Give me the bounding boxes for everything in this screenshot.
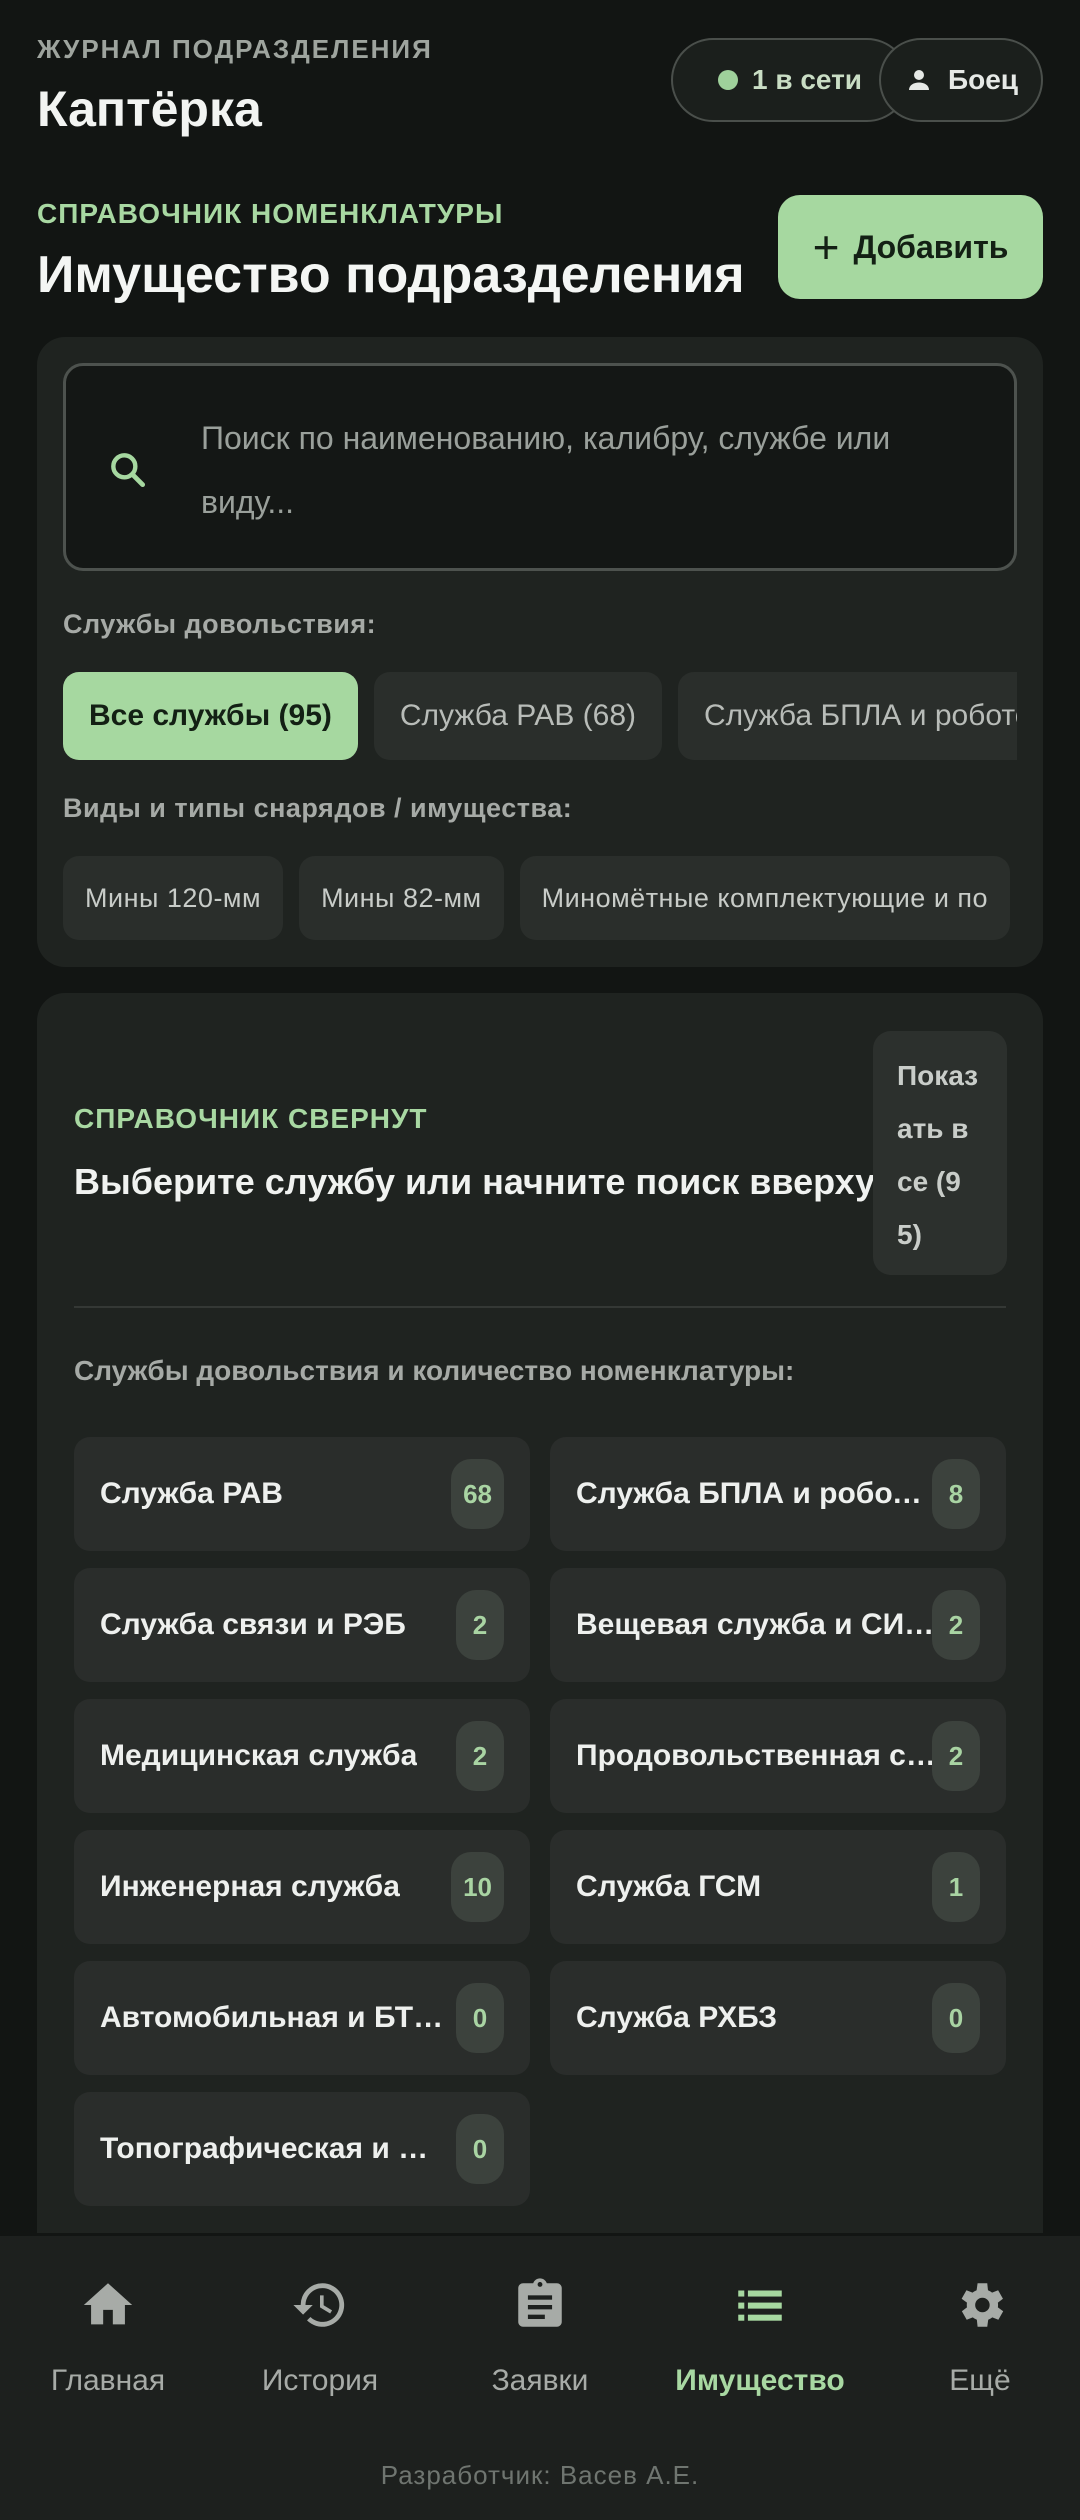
home-icon <box>83 2283 133 2325</box>
kinds-chip-row: Мины 120-мм Мины 82-мм Миномётные компле… <box>63 856 1017 940</box>
service-count-badge: 0 <box>456 1983 504 2053</box>
service-name: Служба РАВ <box>100 1477 283 1510</box>
services-count-caption: Службы довольствия и количество номенкла… <box>74 1355 795 1386</box>
nav-label: Заявки <box>491 2364 589 2397</box>
online-status-pill[interactable]: 1 в сети <box>671 38 909 122</box>
service-name: Служба связи и РЭБ <box>100 1608 406 1641</box>
chip-service-rav[interactable]: Служба РАВ (68) <box>373 672 663 760</box>
user-icon <box>908 70 929 90</box>
services-chip-row: Все службы (95) Служба РАВ (68) Служба Б… <box>63 672 1017 760</box>
service-count-badge: 10 <box>451 1852 504 1922</box>
collapsed-caption: СПРАВОЧНИК СВЕРНУТ <box>74 1103 428 1134</box>
service-count-badge: 68 <box>451 1459 504 1529</box>
service-tile[interactable]: Служба РАВ 68 <box>74 1437 530 1551</box>
service-tile[interactable]: Служба РХБЗ 0 <box>550 1961 1006 2075</box>
show-all-button[interactable]: Показать все (95) <box>873 1031 1007 1275</box>
service-count-badge: 2 <box>456 1721 504 1791</box>
nav-label: Главная <box>50 2364 166 2397</box>
nav-history[interactable]: История <box>212 2276 428 2436</box>
services-filter-label: Службы довольствия: <box>63 609 377 639</box>
plus-icon: + <box>812 221 840 273</box>
service-count-badge: 2 <box>456 1590 504 1660</box>
service-name: Топографическая и штабная служба <box>100 2132 450 2165</box>
service-count-badge: 1 <box>932 1852 980 1922</box>
service-count-badge: 0 <box>932 1983 980 2053</box>
nav-label: Ещё <box>949 2364 1011 2397</box>
service-name: Вещевая служба и СИБЗ <box>576 1608 936 1641</box>
service-tile[interactable]: Служба БПЛА и робототехники 8 <box>550 1437 1006 1551</box>
filter-card: Службы довольствия: Все службы (95) Служ… <box>37 337 1043 967</box>
service-tile[interactable]: Служба связи и РЭБ 2 <box>74 1568 530 1682</box>
service-count-badge: 0 <box>456 2114 504 2184</box>
chip-kind-120mm[interactable]: Мины 120-мм <box>63 856 284 940</box>
online-status-label: 1 в сети <box>751 64 863 95</box>
service-name: Инженерная служба <box>100 1870 400 1903</box>
history-icon <box>293 2283 345 2327</box>
service-name: Служба РХБЗ <box>576 2001 778 2034</box>
service-name: Продовольственная служба <box>576 1739 936 1772</box>
service-tile[interactable]: Топографическая и штабная служба 0 <box>74 2092 530 2206</box>
nav-more[interactable]: Ещё <box>872 2276 1080 2436</box>
list-icon <box>738 2290 782 2321</box>
service-tile[interactable]: Автомобильная и БТ служба 0 <box>74 1961 530 2075</box>
developer-credit: Разработчик: Васев А.Е. <box>380 2460 700 2490</box>
app-header: ЖУРНАЛ ПОДРАЗДЕЛЕНИЯ Каптёрка 1 в сети Б… <box>37 28 1043 148</box>
service-tile[interactable]: Инженерная служба 10 <box>74 1830 530 1944</box>
journal-label: ЖУРНАЛ ПОДРАЗДЕЛЕНИЯ <box>37 34 433 64</box>
service-tile[interactable]: Медицинская служба 2 <box>74 1699 530 1813</box>
chip-service-uav[interactable]: Служба БПЛА и роботот <box>678 672 1017 760</box>
chip-kind-82mm[interactable]: Мины 82-мм <box>299 856 504 940</box>
chip-all-services[interactable]: Все службы (95) <box>63 672 358 760</box>
collapsed-title: Выберите службу или начните поиск вверху <box>74 1161 876 1202</box>
gear-icon <box>961 2283 1004 2327</box>
service-tile[interactable]: Продовольственная служба 2 <box>550 1699 1006 1813</box>
role-label: Боец <box>947 64 1018 95</box>
nav-requests[interactable]: Заявки <box>432 2276 648 2436</box>
role-pill[interactable]: Боец <box>879 38 1043 122</box>
chip-kind-mortar-parts[interactable]: Миномётные комплектующие и по <box>519 856 1011 940</box>
search-icon <box>111 453 146 488</box>
add-button-label: Добавить <box>853 228 1009 265</box>
divider <box>74 1306 1006 1308</box>
search-input[interactable] <box>201 406 961 536</box>
search-box[interactable] <box>63 363 1017 571</box>
service-name: Служба ГСМ <box>576 1870 762 1903</box>
service-count-badge: 2 <box>932 1590 980 1660</box>
nav-home[interactable]: Главная <box>0 2276 216 2436</box>
service-tile[interactable]: Служба ГСМ 1 <box>550 1830 1006 1944</box>
app-title: Каптёрка <box>37 81 262 137</box>
service-count-badge: 8 <box>932 1459 980 1529</box>
service-name: Автомобильная и БТ служба <box>100 2001 450 2034</box>
service-tile[interactable]: Вещевая служба и СИБЗ 2 <box>550 1568 1006 1682</box>
nav-label: Имущество <box>675 2364 845 2397</box>
service-name: Медицинская служба <box>100 1739 418 1772</box>
nav-property[interactable]: Имущество <box>652 2276 868 2436</box>
collapsed-directory-card: СПРАВОЧНИК СВЕРНУТ Выберите службу или н… <box>37 993 1043 2233</box>
page-title: Имущество подразделения <box>37 246 745 304</box>
nav-label: История <box>261 2364 379 2397</box>
service-count-badge: 2 <box>932 1721 980 1791</box>
service-name: Служба БПЛА и робототехники <box>576 1477 936 1510</box>
clipboard-icon <box>518 2278 562 2327</box>
online-dot-icon <box>717 70 738 90</box>
section-caption: СПРАВОЧНИК НОМЕНКЛАТУРЫ <box>37 198 504 229</box>
kinds-filter-label: Виды и типы снарядов / имущества: <box>63 793 573 823</box>
add-button[interactable]: + Добавить <box>778 195 1043 299</box>
